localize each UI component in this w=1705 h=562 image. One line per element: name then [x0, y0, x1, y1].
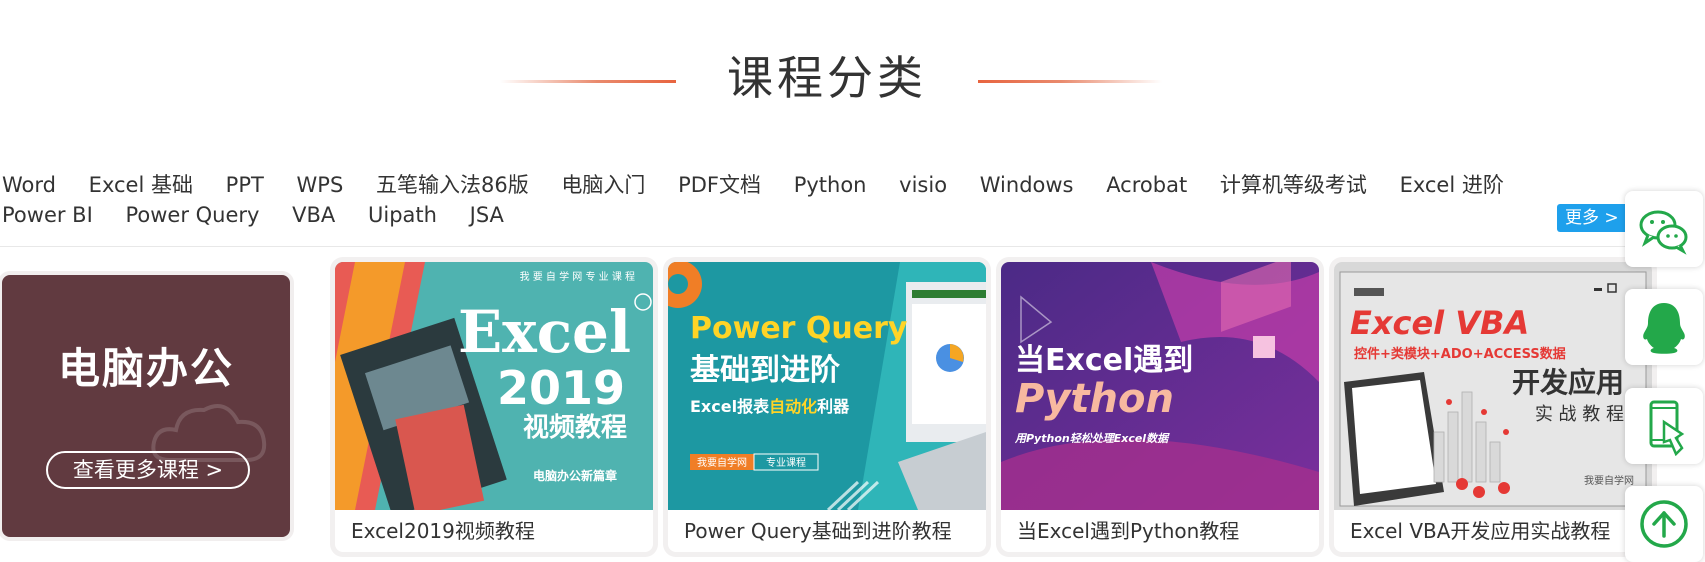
tag-wps[interactable]: WPS: [297, 170, 344, 200]
thumb-tag-b: 专业课程: [766, 456, 806, 469]
course-title[interactable]: 当Excel遇到Python教程: [1017, 516, 1239, 546]
course-card-power-query[interactable]: Power Query 基础到进阶 Excel报表自动化利器 我要自学网 专业课…: [668, 262, 986, 552]
more-button[interactable]: 更多 >: [1557, 204, 1635, 232]
tag-exam[interactable]: 计算机等级考试: [1220, 170, 1367, 200]
tag-acrobat[interactable]: Acrobat: [1106, 170, 1187, 200]
thumb-footer: 电脑办公新篇章: [533, 468, 617, 483]
tag-jsa[interactable]: JSA: [470, 200, 504, 230]
back-to-top-button[interactable]: [1625, 486, 1703, 562]
course-thumb-excel2019: 我 要 自 学 网 专 业 课 程 Excel 2019 视频教程 电脑办公新篇…: [335, 262, 653, 510]
tag-excel-basic[interactable]: Excel 基础: [89, 170, 193, 200]
wechat-icon: [1639, 210, 1688, 255]
thumb-title-vba: Excel VBA: [1350, 304, 1529, 342]
divider: [0, 246, 1650, 247]
thumb-desc-a: Excel报表: [690, 397, 770, 416]
tag-power-query[interactable]: Power Query: [125, 200, 259, 230]
category-tags: Word Excel 基础 PPT WPS 五笔输入法86版 电脑入门 PDF文…: [2, 170, 1562, 230]
course-title[interactable]: Excel VBA开发应用实战教程: [1350, 516, 1610, 546]
tag-word[interactable]: Word: [2, 170, 56, 200]
thumb-subtitle: 开发应用: [1512, 366, 1624, 399]
mobile-button[interactable]: [1625, 388, 1703, 464]
thumb-top-text: 我 要 自 学 网 专 业 课 程: [520, 270, 635, 283]
mobile-icon: [1649, 400, 1685, 456]
title-right-line: [978, 80, 1162, 83]
course-thumb-excel-python: 当Excel遇到 Python 用Python轻松处理Excel数据: [1001, 262, 1319, 510]
qq-button[interactable]: [1625, 289, 1703, 365]
thumb-subtitle: 视频教程: [523, 413, 627, 443]
course-title[interactable]: Excel2019视频教程: [351, 516, 535, 546]
back-to-top-icon: [1640, 500, 1688, 548]
course-title[interactable]: Power Query基础到进阶教程: [684, 516, 952, 546]
section-header: 课程分类: [0, 48, 1705, 108]
promo-title: 电脑办公: [57, 344, 234, 393]
course-thumb-power-query: Power Query 基础到进阶 Excel报表自动化利器 我要自学网 专业课…: [668, 262, 986, 510]
page-title: 课程分类: [727, 51, 927, 105]
thumb-subtitle: 用Python轻松处理Excel数据: [1014, 432, 1170, 445]
thumb-subtitle: 基础到进阶: [690, 353, 840, 388]
category-row-1: Word Excel 基础 PPT WPS 五笔输入法86版 电脑入门 PDF文…: [2, 170, 1562, 200]
thumb-desc-b: 自动化: [769, 397, 817, 416]
thumb-corner: 我要自学网: [1584, 474, 1634, 487]
tag-power-bi[interactable]: Power BI: [2, 200, 93, 230]
tag-python[interactable]: Python: [794, 170, 867, 200]
promo-card[interactable]: 电脑办公 查看更多课程 >: [2, 275, 290, 537]
tag-uipath[interactable]: Uipath: [368, 200, 437, 230]
course-card-excel2019[interactable]: 我 要 自 学 网 专 业 课 程 Excel 2019 视频教程 电脑办公新篇…: [335, 262, 653, 552]
thumb-title-2019: 2019: [497, 361, 625, 415]
thumb-desc-c: 利器: [817, 397, 850, 416]
tag-pdf[interactable]: PDF文档: [678, 170, 761, 200]
course-card-excel-vba[interactable]: Excel VBA 控件+类模块+ADO+ACCESS数据 开发应用 实 战 教…: [1334, 262, 1652, 552]
course-thumb-excel-vba: Excel VBA 控件+类模块+ADO+ACCESS数据 开发应用 实 战 教…: [1334, 262, 1652, 510]
thumb-title-excel: Excel: [458, 298, 631, 366]
tag-excel-advanced[interactable]: Excel 进阶: [1400, 170, 1504, 200]
tag-ppt[interactable]: PPT: [226, 170, 264, 200]
category-row-2: Power BI Power Query VBA Uipath JSA: [2, 200, 1562, 230]
thumb-title-python: Python: [1015, 376, 1174, 422]
tag-computer-intro[interactable]: 电脑入门: [561, 170, 645, 200]
wechat-button[interactable]: [1625, 191, 1703, 267]
tag-wubi[interactable]: 五笔输入法86版: [376, 170, 529, 200]
view-more-courses-button[interactable]: 查看更多课程 >: [46, 451, 250, 489]
svg-text:Excel报表自动化利器: Excel报表自动化利器: [690, 397, 850, 416]
thumb-subtitle-2: 实 战 教 程: [1535, 404, 1624, 425]
title-left-line: [500, 80, 676, 83]
tag-windows[interactable]: Windows: [980, 170, 1074, 200]
thumb-title-power-query: Power Query: [690, 311, 908, 346]
tag-visio[interactable]: visio: [899, 170, 947, 200]
tag-vba[interactable]: VBA: [292, 200, 335, 230]
thumb-tagline: 控件+类模块+ADO+ACCESS数据: [1354, 346, 1566, 362]
thumb-tag-a: 我要自学网: [697, 456, 747, 469]
course-card-excel-python[interactable]: 当Excel遇到 Python 用Python轻松处理Excel数据 当Exce…: [1001, 262, 1319, 552]
thumb-title-line1: 当Excel遇到: [1015, 343, 1193, 378]
qq-icon: [1643, 303, 1685, 354]
